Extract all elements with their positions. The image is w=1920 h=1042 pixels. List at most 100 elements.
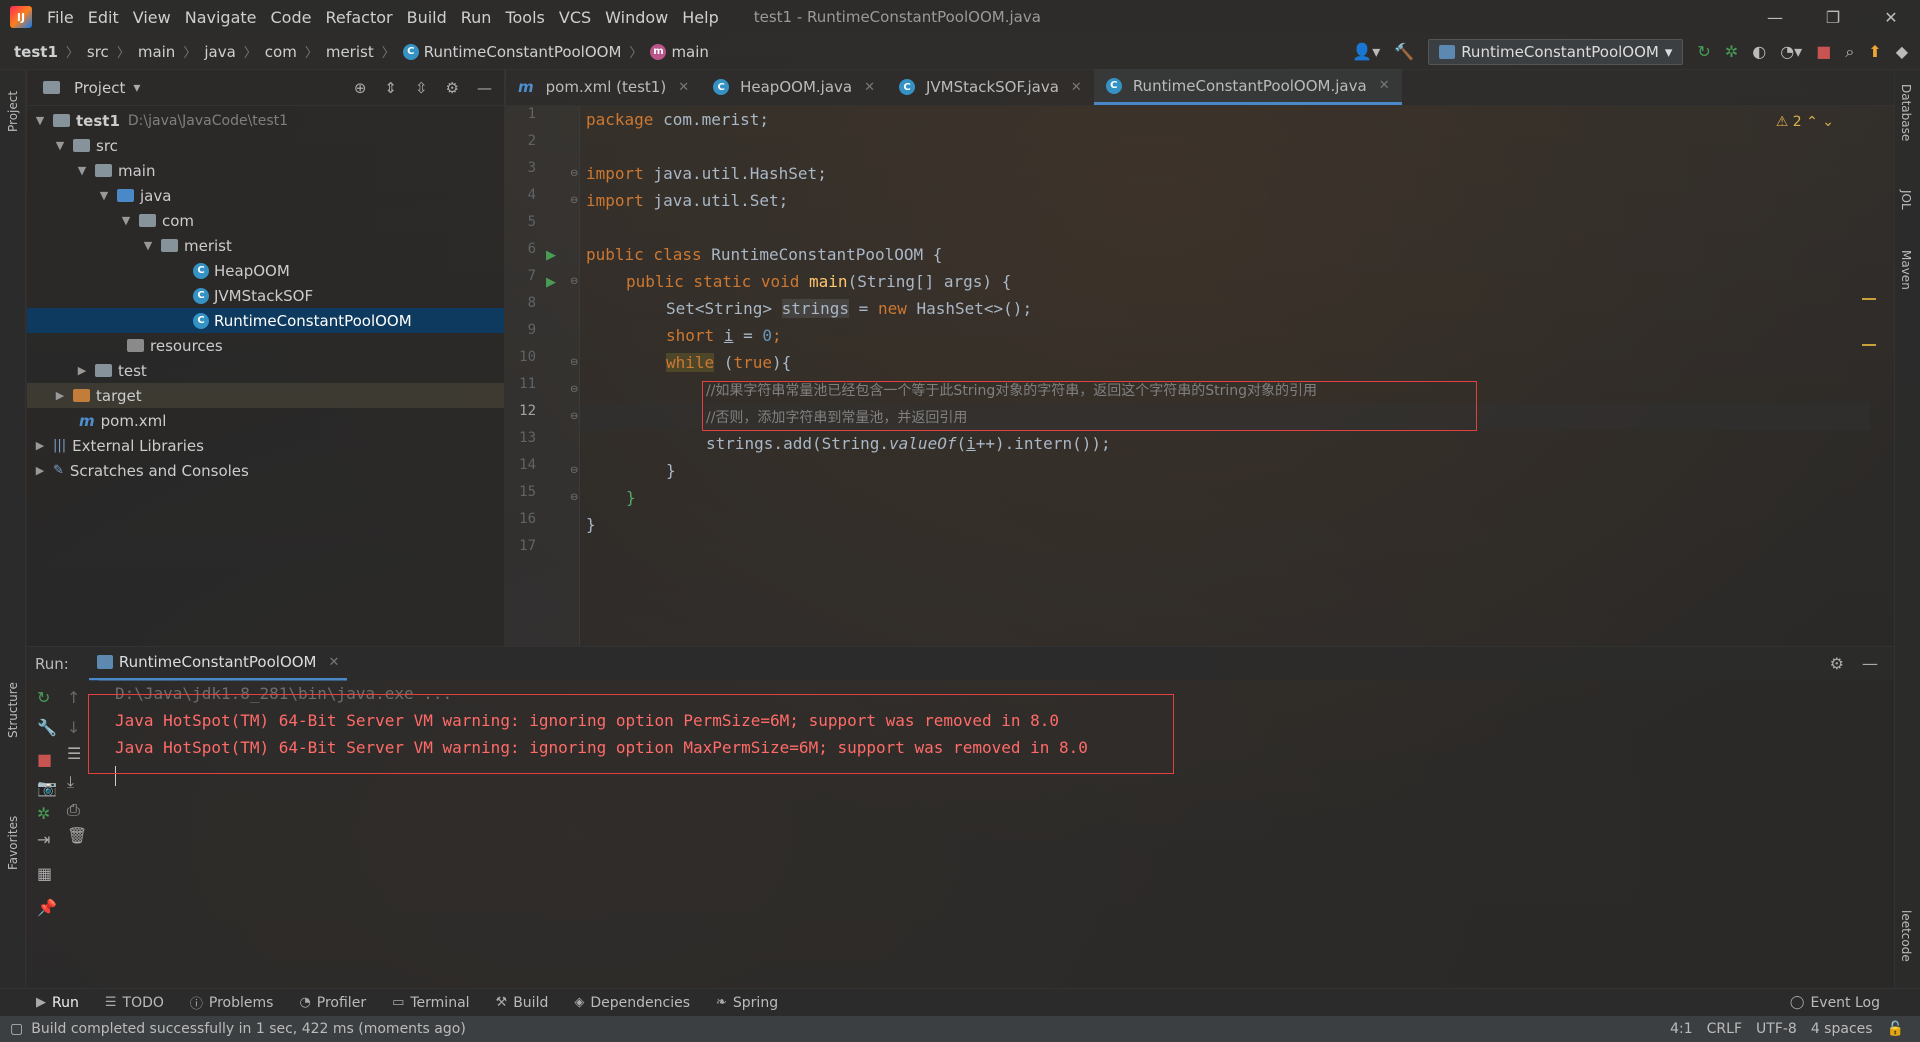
tree-item-java[interactable]: ▼ java	[27, 183, 504, 208]
tree-item-resources[interactable]: resources	[27, 333, 504, 358]
tree-item-merist[interactable]: ▼ merist	[27, 233, 504, 258]
menu-run[interactable]: Run	[454, 8, 499, 27]
scroll-to-end-icon[interactable]: ⤓	[67, 772, 74, 792]
chevron-down-icon[interactable]: ▾	[133, 80, 140, 96]
debug-icon[interactable]: ✲	[1725, 42, 1738, 61]
maven-tool-button[interactable]: Maven	[1899, 250, 1913, 290]
search-icon[interactable]: ⌕	[1845, 42, 1854, 62]
warning-indicator[interactable]: ⚠ 2 ⌃ ⌄	[1776, 114, 1834, 130]
soft-wrap-icon[interactable]: ☰	[67, 744, 81, 763]
update-icon[interactable]: ⬆	[1868, 42, 1881, 61]
fold-icon[interactable]: ⊖	[570, 357, 578, 368]
menu-window[interactable]: Window	[598, 8, 675, 27]
breadcrumb-merist[interactable]: merist	[326, 43, 374, 61]
chevron-right-icon[interactable]: ▶	[53, 389, 67, 402]
leetcode-tool-button[interactable]: leetcode	[1899, 910, 1913, 962]
structure-tool-button[interactable]: Structure	[6, 682, 20, 738]
arrow-up-icon[interactable]: ↑	[67, 688, 80, 707]
camera-icon[interactable]: 📷	[37, 778, 57, 797]
terminal-tool-button[interactable]: ▭ Terminal	[392, 995, 469, 1011]
rerun-icon[interactable]: ↻	[37, 688, 50, 707]
menu-view[interactable]: View	[126, 8, 178, 27]
fold-icon[interactable]: ⊖	[570, 168, 578, 179]
tree-item-jvmstacksof[interactable]: C JVMStackSOF	[27, 283, 504, 308]
menu-file[interactable]: File	[40, 8, 81, 27]
menu-tools[interactable]: Tools	[498, 8, 551, 27]
settings-gear-icon[interactable]: ⚙	[1830, 654, 1844, 673]
coverage-icon[interactable]: ◐	[1752, 42, 1766, 61]
fold-icon[interactable]: ⊖	[570, 492, 578, 503]
stop-icon[interactable]: ■	[1816, 42, 1831, 61]
project-tool-button[interactable]: Project	[6, 91, 20, 132]
chevron-down-icon[interactable]: ▼	[141, 239, 155, 252]
scrollbar-warning-marker[interactable]	[1862, 298, 1876, 300]
tree-item-external-libraries[interactable]: ▶ ||| External Libraries	[27, 433, 504, 458]
fold-icon[interactable]: ⊖	[570, 411, 578, 422]
chevron-down-icon[interactable]: ▼	[33, 114, 47, 127]
debug-bug-icon[interactable]: ✲	[37, 804, 50, 823]
fold-icon[interactable]: ⊖	[570, 195, 578, 206]
close-window-button[interactable]: ✕	[1862, 8, 1920, 27]
breadcrumb-com[interactable]: com	[265, 43, 297, 61]
breadcrumb-class[interactable]: C RuntimeConstantPoolOOM	[402, 43, 621, 61]
tab-heapoom[interactable]: C HeapOOM.java ✕	[701, 69, 887, 105]
project-view-selector[interactable]: Project	[74, 79, 125, 97]
menu-refactor[interactable]: Refactor	[318, 8, 399, 27]
close-icon[interactable]: ✕	[864, 80, 875, 95]
print-icon[interactable]: ⎙	[67, 800, 80, 820]
pin-icon[interactable]: 📌	[37, 898, 57, 917]
file-encoding[interactable]: UTF-8	[1756, 1021, 1797, 1037]
stop-icon[interactable]: ■	[37, 750, 52, 769]
scrollbar-warning-marker[interactable]	[1862, 344, 1876, 346]
settings-gear-icon[interactable]: ⚙	[446, 79, 459, 97]
profiler-tool-button[interactable]: ◔ Profiler	[299, 995, 366, 1011]
tree-item-test1[interactable]: ▼ test1 D:\java\JavaCode\test1	[27, 108, 504, 133]
tab-pom-xml[interactable]: m pom.xml (test1) ✕	[506, 69, 701, 105]
minimize-button[interactable]: —	[1746, 8, 1804, 27]
arrow-down-icon[interactable]: ↓	[67, 718, 80, 737]
jol-tool-button[interactable]: JOL	[1899, 190, 1913, 210]
menu-build[interactable]: Build	[400, 8, 454, 27]
fold-icon[interactable]: ⊖	[570, 384, 578, 395]
locate-file-icon[interactable]: ⊕	[354, 79, 367, 97]
run-configuration-select[interactable]: RuntimeConstantPoolOOM ▾	[1428, 38, 1684, 65]
spring-tool-button[interactable]: ❧ Spring	[716, 995, 778, 1011]
dependencies-tool-button[interactable]: ◈ Dependencies	[574, 995, 690, 1011]
run-main-gutter-icon[interactable]: ▶	[546, 275, 556, 290]
exit-icon[interactable]: ⇥	[37, 830, 50, 849]
fold-icon[interactable]: ⊖	[570, 276, 578, 287]
chevron-down-icon[interactable]: ▼	[53, 139, 67, 152]
tab-jvmstacksof[interactable]: C JVMStackSOF.java ✕	[887, 69, 1094, 105]
collapse-all-icon[interactable]: ⇳	[415, 79, 428, 97]
tree-item-scratches[interactable]: ▶ ✎ Scratches and Consoles	[27, 458, 504, 483]
run-tool-button[interactable]: ▶ Run	[36, 995, 79, 1011]
breadcrumb-project[interactable]: test1	[14, 43, 58, 61]
status-toggle-icon[interactable]: ▢	[10, 1021, 23, 1037]
menu-code[interactable]: Code	[264, 8, 319, 27]
tree-item-heapoom[interactable]: C HeapOOM	[27, 258, 504, 283]
run-tab-runtimeconstantpooloom[interactable]: RuntimeConstantPoolOOM ✕	[88, 647, 348, 681]
caret-position[interactable]: 4:1	[1670, 1021, 1693, 1037]
menu-navigate[interactable]: Navigate	[178, 8, 264, 27]
indent-setting[interactable]: 4 spaces	[1811, 1021, 1873, 1037]
intellij-logo-icon[interactable]: IJ	[10, 6, 32, 28]
line-separator[interactable]: CRLF	[1707, 1021, 1742, 1037]
tree-item-target[interactable]: ▶ target	[27, 383, 504, 408]
event-log-tool-button[interactable]: ◯ Event Log	[1790, 995, 1880, 1011]
chevron-right-icon[interactable]: ▶	[33, 439, 47, 452]
database-tool-button[interactable]: Database	[1899, 84, 1913, 141]
lock-icon[interactable]: 🔓	[1887, 1021, 1904, 1037]
menu-help[interactable]: Help	[675, 8, 725, 27]
trash-icon[interactable]: 🗑	[67, 826, 87, 845]
problems-tool-button[interactable]: ⓘ Problems	[190, 993, 274, 1013]
build-hammer-icon[interactable]: 🔨	[1394, 42, 1414, 61]
expand-all-icon[interactable]: ⇕	[384, 79, 397, 97]
run-class-gutter-icon[interactable]: ▶	[546, 248, 556, 263]
breadcrumb-java[interactable]: java	[204, 43, 235, 61]
close-icon[interactable]: ✕	[329, 655, 340, 670]
breadcrumb-src[interactable]: src	[87, 43, 109, 61]
tree-item-runtimeconstantpooloom[interactable]: C RuntimeConstantPoolOOM	[27, 308, 504, 333]
chevron-down-icon[interactable]: ▼	[119, 214, 133, 227]
close-icon[interactable]: ✕	[1071, 80, 1082, 95]
wrench-icon[interactable]: 🔧	[37, 718, 57, 737]
